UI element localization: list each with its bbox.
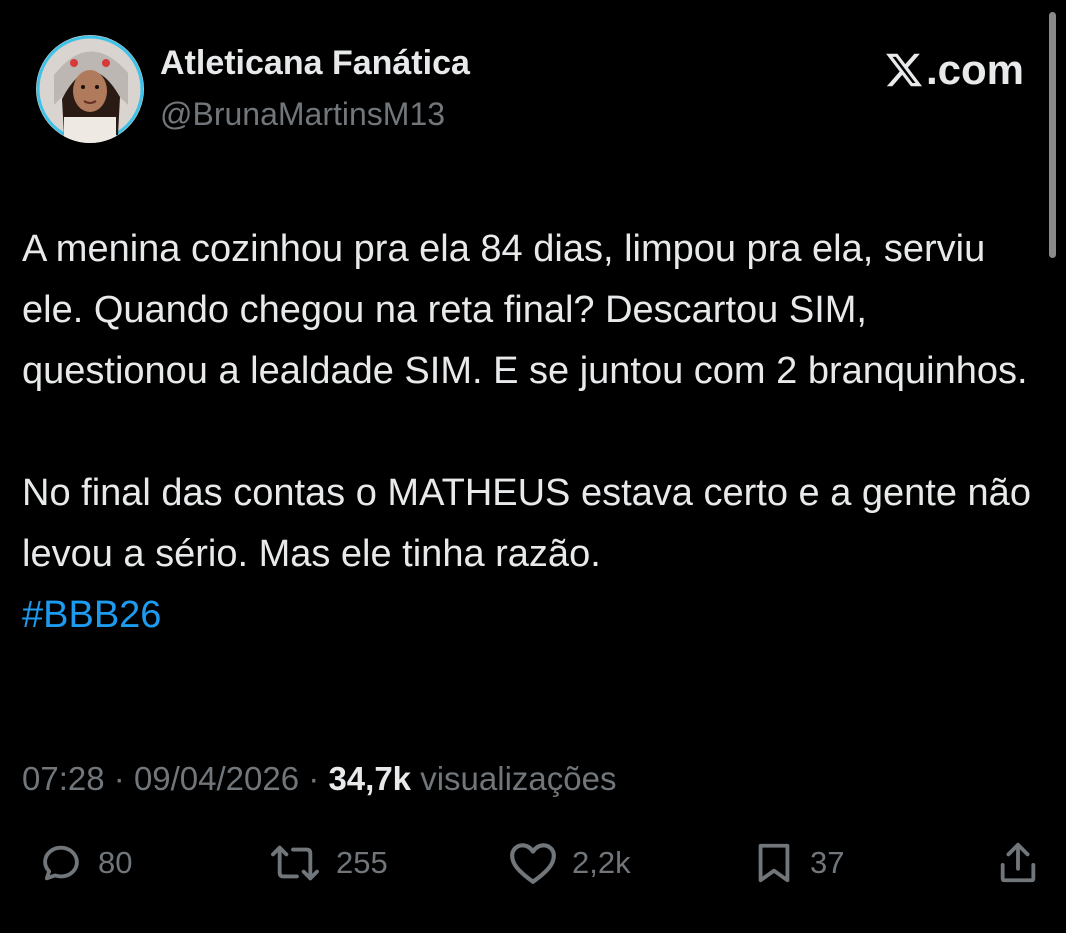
hashtag-link[interactable]: #BBB26	[22, 594, 161, 636]
share-icon	[1000, 842, 1036, 883]
reply-icon	[43, 845, 79, 881]
author-handle[interactable]: @BrunaMartinsM13	[160, 96, 445, 133]
brand-logo: .com	[884, 46, 1024, 94]
share-button[interactable]	[996, 840, 1040, 886]
action-bar: 80 255 2,2k 37	[0, 840, 1066, 900]
meta-separator-2: ·	[308, 760, 320, 797]
like-button[interactable]: 2,2k	[508, 840, 631, 886]
like-count: 2,2k	[572, 845, 631, 880]
bookmark-count: 37	[810, 845, 845, 880]
heart-icon	[510, 843, 556, 884]
x-logo-icon	[886, 53, 923, 87]
reply-button[interactable]: 80	[38, 840, 132, 886]
bookmark-button[interactable]: 37	[752, 840, 844, 886]
tweet-meta: 07:28 · 09/04/2026 · 34,7k visualizações	[22, 760, 616, 798]
scrollbar[interactable]	[1049, 12, 1056, 258]
tweet-paragraph-2: No final das contas o MATHEUS estava cer…	[22, 463, 1047, 646]
tweet-text: A menina cozinhou pra ela 84 dias, limpo…	[22, 219, 1047, 646]
tweet-paragraph-2-text: No final das contas o MATHEUS estava cer…	[22, 472, 1031, 575]
brand-domain: .com	[925, 46, 1024, 93]
repost-button[interactable]: 255	[268, 840, 388, 886]
repost-count: 255	[336, 845, 388, 880]
views-label: visualizações	[420, 760, 617, 797]
avatar[interactable]	[36, 35, 144, 143]
tweet-time[interactable]: 07:28	[22, 760, 105, 797]
tweet-date[interactable]: 09/04/2026	[134, 760, 299, 797]
repost-icon	[271, 845, 319, 881]
bookmark-icon	[758, 843, 790, 883]
reply-count: 80	[98, 845, 133, 880]
tweet-card: Atleticana Fanática @BrunaMartinsM13 .co…	[0, 0, 1066, 933]
tweet-paragraph-1: A menina cozinhou pra ela 84 dias, limpo…	[22, 228, 1028, 392]
meta-separator: ·	[113, 760, 125, 797]
author-name[interactable]: Atleticana Fanática	[160, 44, 470, 83]
views-count: 34,7k	[328, 760, 412, 797]
